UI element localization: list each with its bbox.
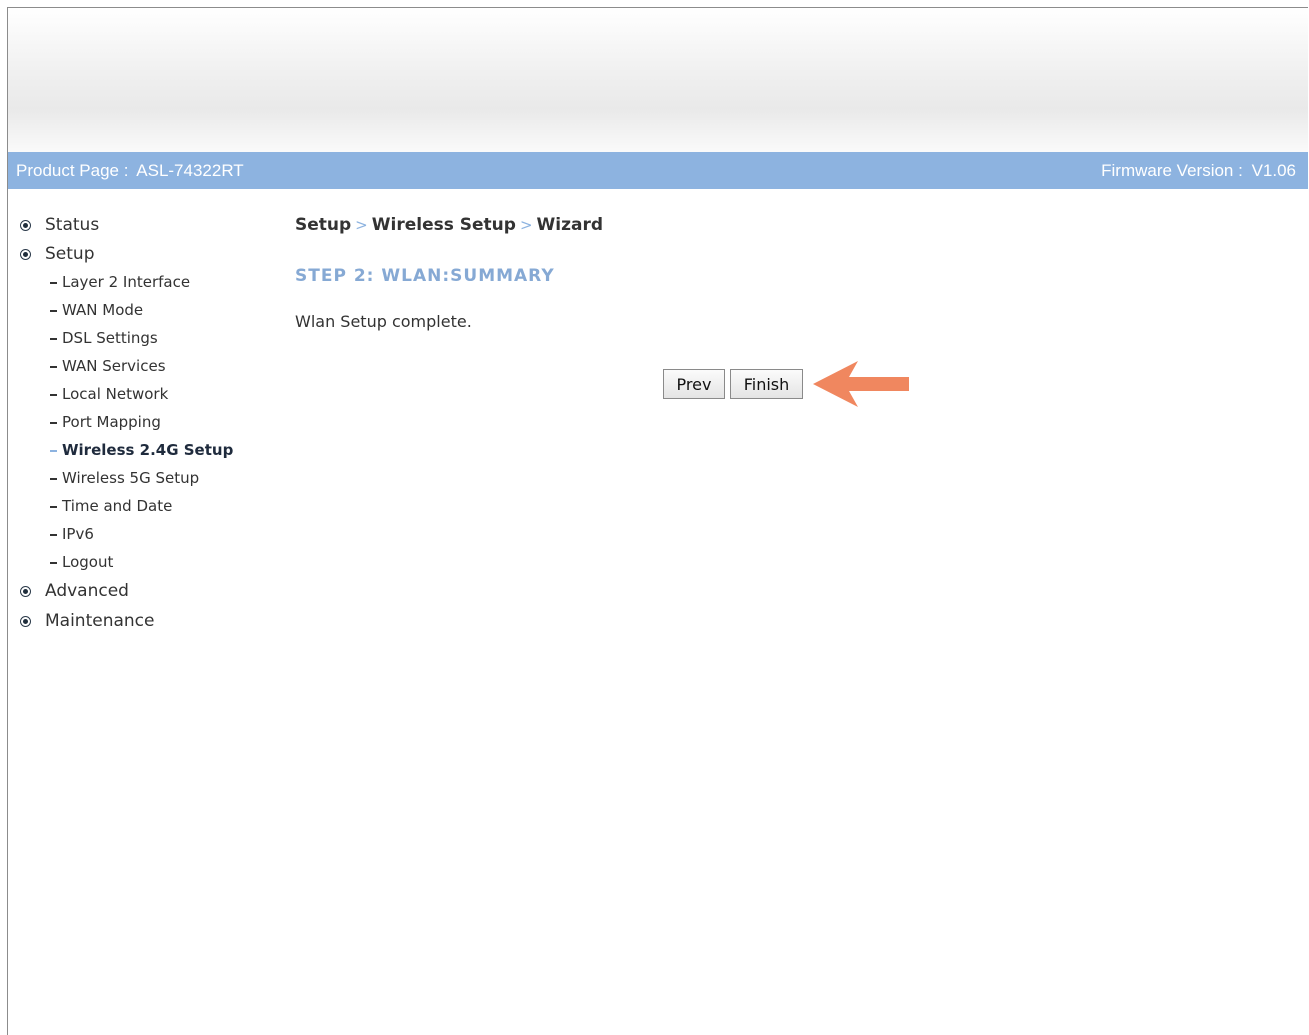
nav-subitem-label: Wireless 2.4G Setup [62, 441, 234, 459]
nav-subitem-port-mapping[interactable]: Port Mapping [19, 408, 279, 436]
dash-bullet-icon [50, 506, 57, 508]
radio-bullet-icon [20, 248, 31, 260]
nav-subitem-label: WAN Services [62, 357, 166, 375]
breadcrumb-separator: > [355, 216, 368, 234]
nav-subitem-local-network[interactable]: Local Network [19, 380, 279, 408]
radio-bullet-icon [20, 219, 31, 231]
nav-item-maintenance[interactable]: Maintenance [19, 606, 279, 636]
nav-subitem-logout[interactable]: Logout [19, 548, 279, 576]
title-bar: Product Page : ASL-74322RT Firmware Vers… [8, 152, 1308, 189]
dash-bullet-icon [50, 562, 57, 564]
dash-bullet-icon [50, 310, 57, 312]
dash-bullet-icon [50, 478, 57, 480]
nav-subitem-wan-services[interactable]: WAN Services [19, 352, 279, 380]
dash-bullet-icon [50, 394, 57, 396]
dash-bullet-icon [50, 450, 57, 452]
breadcrumb-item[interactable]: Wireless Setup [372, 215, 516, 235]
product-label: Product Page : [16, 160, 129, 180]
nav-item-label: Status [45, 215, 100, 235]
dash-bullet-icon [50, 366, 57, 368]
nav-subitem-layer2-interface[interactable]: Layer 2 Interface [19, 268, 279, 296]
radio-bullet-icon [20, 585, 31, 597]
firmware-label: Firmware Version : [1101, 160, 1243, 180]
dash-bullet-icon [50, 422, 57, 424]
nav-subitem-label: DSL Settings [62, 329, 158, 347]
nav-subitem-label: Wireless 5G Setup [62, 469, 200, 487]
nav-subitem-wireless-5g-setup[interactable]: Wireless 5G Setup [19, 464, 279, 492]
step-title: STEP 2: WLAN:SUMMARY [295, 266, 555, 286]
main-content: Setup > Wireless Setup > Wizard STEP 2: … [295, 210, 1195, 331]
nav-subitem-time-and-date[interactable]: Time and Date [19, 492, 279, 520]
arrow-left-icon [813, 361, 909, 407]
radio-bullet-icon [20, 615, 31, 627]
nav-subitem-label: Time and Date [62, 497, 173, 515]
nav-item-setup[interactable]: Setup [19, 240, 279, 268]
dash-bullet-icon [50, 338, 57, 340]
dash-bullet-icon [50, 282, 57, 284]
nav-item-label: Setup [45, 244, 95, 264]
nav-subitem-label: Port Mapping [62, 413, 161, 431]
breadcrumb: Setup > Wireless Setup > Wizard [295, 210, 1195, 240]
breadcrumb-item[interactable]: Setup [295, 215, 351, 235]
sidebar-nav: Status Setup Layer 2 Interface WAN Mode … [19, 210, 279, 636]
status-message: Wlan Setup complete. [295, 312, 472, 331]
prev-button[interactable]: Prev [663, 369, 725, 399]
nav-subitem-label: Layer 2 Interface [62, 273, 191, 291]
nav-item-status[interactable]: Status [19, 210, 279, 240]
nav-subitem-label: Logout [62, 553, 114, 571]
breadcrumb-item: Wizard [536, 215, 604, 235]
nav-subitem-wireless-24g-setup[interactable]: Wireless 2.4G Setup [19, 436, 279, 464]
product-model: ASL-74322RT [136, 160, 244, 180]
firmware-version: V1.06 [1251, 160, 1296, 180]
header-banner [8, 8, 1308, 152]
nav-item-label: Advanced [45, 581, 129, 601]
dash-bullet-icon [50, 534, 57, 536]
nav-subitem-wan-mode[interactable]: WAN Mode [19, 296, 279, 324]
breadcrumb-separator: > [519, 216, 533, 234]
product-info: Product Page : ASL-74322RT [16, 161, 248, 181]
finish-button[interactable]: Finish [730, 369, 803, 399]
nav-subitem-dsl-settings[interactable]: DSL Settings [19, 324, 279, 352]
nav-subitem-ipv6[interactable]: IPv6 [19, 520, 279, 548]
nav-subitem-label: Local Network [62, 385, 169, 403]
nav-subitem-label: WAN Mode [62, 301, 144, 319]
nav-item-label: Maintenance [45, 611, 155, 631]
nav-subitem-label: IPv6 [62, 525, 94, 543]
firmware-info: Firmware Version : V1.06 [1101, 161, 1300, 181]
nav-item-advanced[interactable]: Advanced [19, 576, 279, 606]
